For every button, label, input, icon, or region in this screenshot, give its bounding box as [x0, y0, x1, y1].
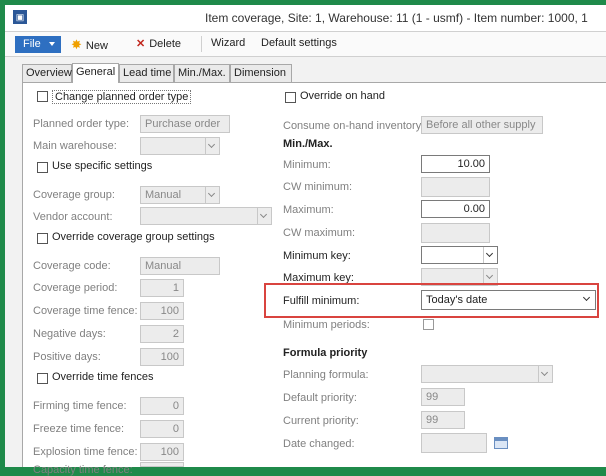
calendar-icon[interactable] — [494, 437, 508, 449]
chevron-down-icon[interactable] — [538, 366, 552, 382]
tab-general[interactable]: General — [72, 63, 119, 83]
cw-maximum-field[interactable] — [421, 223, 490, 243]
app-icon[interactable]: ▣ — [13, 10, 27, 24]
positive-days-field[interactable]: 100 — [140, 348, 184, 366]
tab-min-max[interactable]: Min./Max. — [174, 64, 230, 82]
cw-minimum-field[interactable] — [421, 177, 490, 197]
delete-button[interactable]: ✕ Delete — [136, 37, 181, 50]
fulfill-minimum-highlight — [264, 283, 599, 318]
separator — [201, 36, 202, 52]
file-button[interactable]: File — [15, 36, 61, 53]
new-button[interactable]: ✸ New — [71, 37, 108, 53]
date-changed-label: Date changed: — [283, 438, 355, 450]
coverage-code-field[interactable]: Manual — [140, 257, 220, 275]
date-changed-field[interactable] — [421, 433, 487, 453]
minimum-label: Minimum: — [283, 159, 331, 171]
override-on-hand-label: Override on hand — [300, 90, 385, 102]
chevron-down-icon[interactable] — [205, 138, 219, 154]
explosion-time-fence-field[interactable]: 100 — [140, 443, 184, 461]
cw-maximum-label: CW maximum: — [283, 227, 356, 239]
coverage-time-fence-label: Coverage time fence: — [33, 305, 138, 317]
change-planned-order-type-checkbox[interactable] — [37, 91, 48, 102]
main-warehouse-label: Main warehouse: — [33, 140, 117, 152]
coverage-group-label: Coverage group: — [33, 189, 115, 201]
explosion-time-fence-label: Explosion time fence: — [33, 446, 138, 458]
formula-priority-header: Formula priority — [283, 347, 368, 359]
planning-formula-label: Planning formula: — [283, 369, 369, 381]
override-time-fences-label: Override time fences — [52, 371, 154, 383]
window-title: Item coverage, Site: 1, Warehouse: 11 (1… — [205, 11, 588, 25]
freeze-time-fence-label: Freeze time fence: — [33, 423, 125, 435]
vendor-account-label: Vendor account: — [33, 211, 113, 223]
planned-order-type-label: Planned order type: — [33, 118, 130, 130]
firming-time-fence-field[interactable]: 0 — [140, 397, 184, 415]
override-coverage-group-settings-label: Override coverage group settings — [52, 231, 215, 243]
current-priority-field[interactable]: 99 — [421, 411, 465, 429]
default-priority-field[interactable]: 99 — [421, 388, 465, 406]
override-coverage-group-settings-checkbox[interactable] — [37, 233, 48, 244]
coverage-code-label: Coverage code: — [33, 260, 111, 272]
min-max-header: Min./Max. — [283, 138, 333, 150]
chevron-down-icon[interactable] — [205, 187, 219, 203]
change-planned-order-type-label: Change planned order type — [52, 90, 192, 104]
override-on-hand-checkbox[interactable] — [285, 92, 296, 103]
consume-on-hand-label: Consume on-hand inventory: — [283, 120, 425, 132]
coverage-period-field[interactable]: 1 — [140, 279, 184, 297]
maximum-label: Maximum: — [283, 204, 334, 216]
new-label: New — [85, 40, 108, 52]
coverage-period-label: Coverage period: — [33, 282, 118, 294]
new-star-icon: ✸ — [71, 37, 82, 52]
chevron-down-icon[interactable] — [483, 247, 497, 263]
action-pane: File ✸ New ✕ Delete Wizard Default setting… — [5, 32, 606, 57]
default-settings-button[interactable]: Default settings — [261, 37, 337, 49]
negative-days-label: Negative days: — [33, 328, 106, 340]
use-specific-settings-label: Use specific settings — [52, 160, 153, 172]
minimum-key-field[interactable] — [421, 246, 498, 264]
chevron-down-icon[interactable] — [257, 208, 271, 224]
consume-on-hand-field[interactable]: Before all other supply — [421, 116, 543, 134]
coverage-group-field[interactable]: Manual — [140, 186, 220, 204]
title-bar: ▣ Item coverage, Site: 1, Warehouse: 11 … — [5, 5, 606, 32]
current-priority-label: Current priority: — [283, 415, 359, 427]
tab-lead-time[interactable]: Lead time — [119, 64, 174, 82]
tab-overview[interactable]: Overview — [22, 64, 72, 82]
override-time-fences-checkbox[interactable] — [37, 373, 48, 384]
freeze-time-fence-field[interactable]: 0 — [140, 420, 184, 438]
cw-minimum-label: CW minimum: — [283, 181, 353, 193]
vendor-account-field[interactable] — [140, 207, 272, 225]
delete-label: Delete — [149, 38, 182, 50]
delete-x-icon: ✕ — [136, 38, 146, 50]
caret-down-icon — [49, 42, 55, 46]
capacity-time-fence-field[interactable]: 100 — [140, 462, 184, 467]
minimum-periods-checkbox[interactable] — [423, 319, 434, 330]
planning-formula-field[interactable] — [421, 365, 553, 383]
wizard-button[interactable]: Wizard — [211, 37, 245, 49]
tab-dimension[interactable]: Dimension — [230, 64, 292, 82]
minimum-periods-label: Minimum periods: — [283, 319, 370, 331]
minimum-field[interactable]: 10.00 — [421, 155, 490, 173]
planned-order-type-field[interactable]: Purchase order — [140, 115, 230, 133]
main-warehouse-field[interactable] — [140, 137, 220, 155]
maximum-field[interactable]: 0.00 — [421, 200, 490, 218]
coverage-time-fence-field[interactable]: 100 — [140, 302, 184, 320]
file-label: File — [23, 38, 41, 50]
coverage-group-value: Manual — [145, 189, 182, 201]
capacity-time-fence-label: Capacity time fence: — [33, 464, 133, 476]
default-priority-label: Default priority: — [283, 392, 357, 404]
firming-time-fence-label: Firming time fence: — [33, 400, 127, 412]
positive-days-label: Positive days: — [33, 351, 101, 363]
use-specific-settings-checkbox[interactable] — [37, 162, 48, 173]
minimum-key-label: Minimum key: — [283, 250, 351, 262]
negative-days-field[interactable]: 2 — [140, 325, 184, 343]
